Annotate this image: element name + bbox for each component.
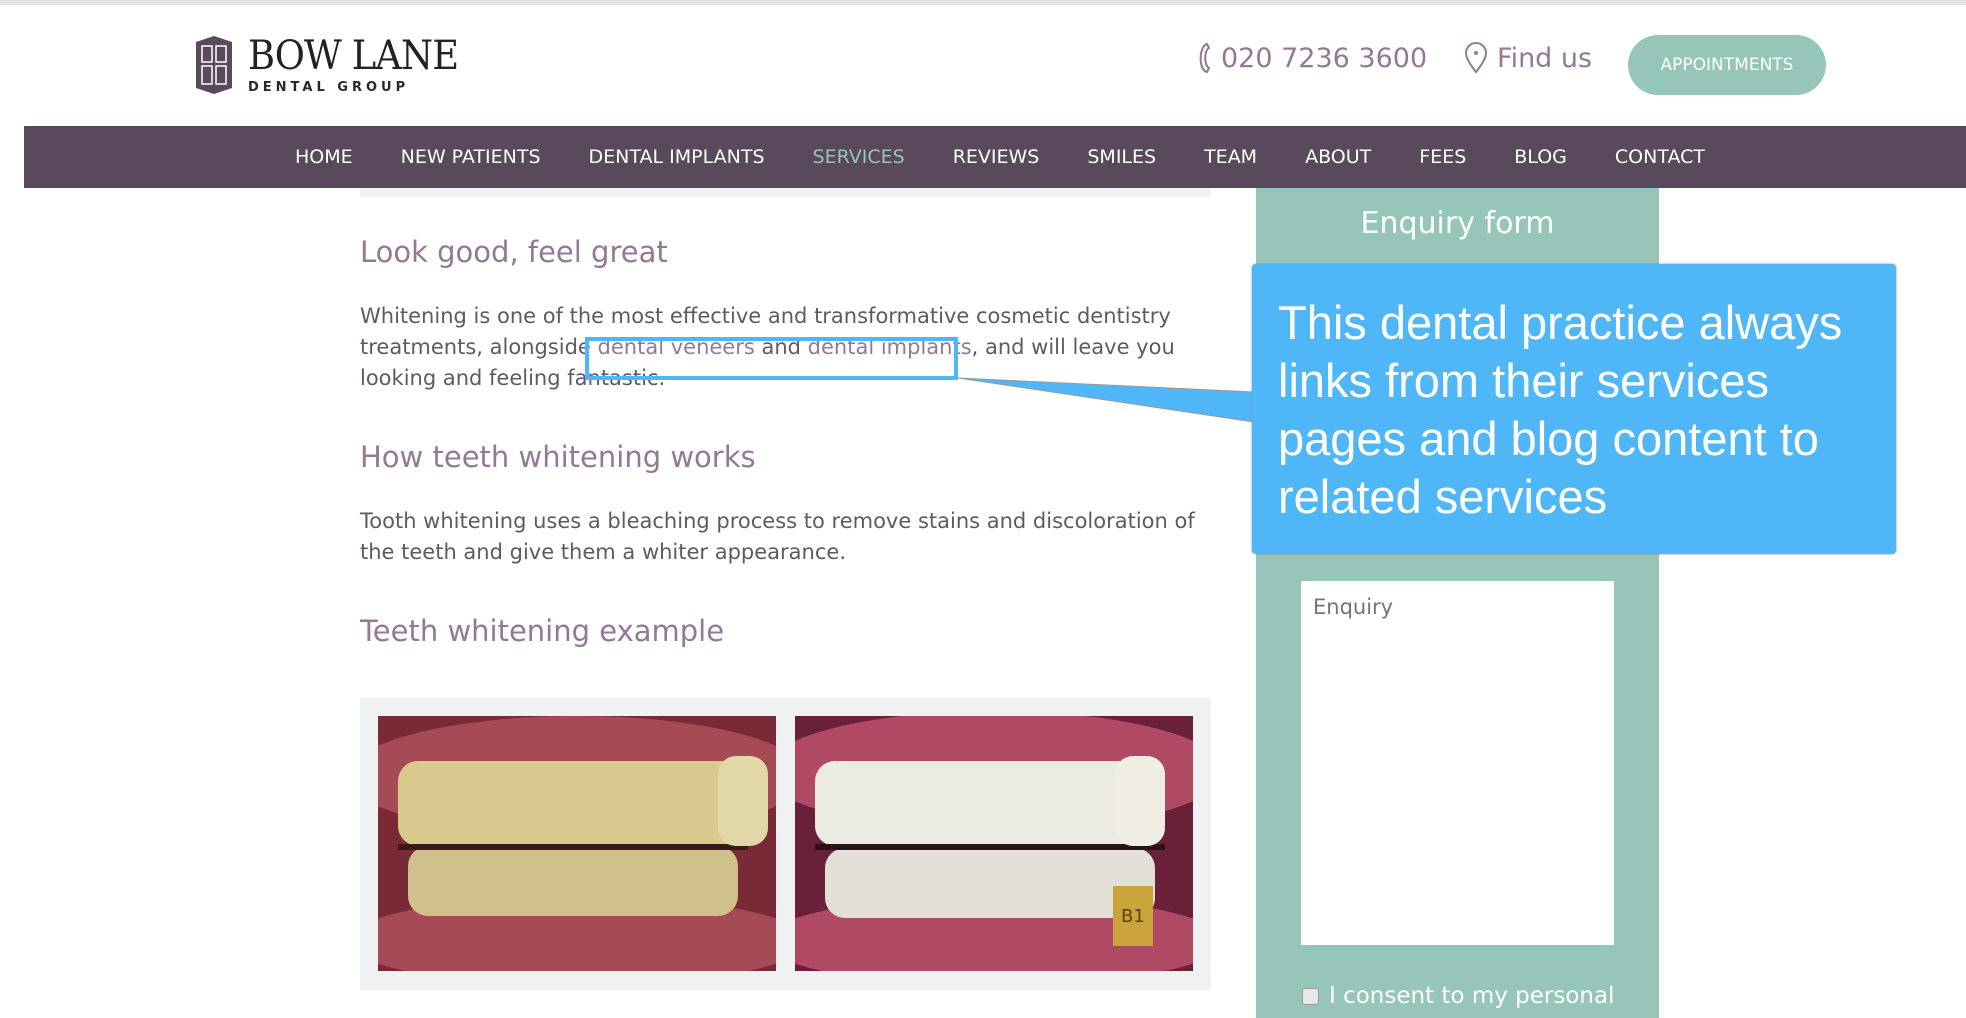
browser-top-bar — [0, 0, 1966, 5]
appointments-button[interactable]: APPOINTMENTS — [1628, 35, 1826, 95]
paragraph-how-it-works: Tooth whitening uses a bleaching process… — [360, 509, 1195, 564]
annotation-callout: This dental practice always links from t… — [1252, 264, 1896, 554]
main-content: Look good, feel great Whitening is one o… — [360, 232, 1211, 651]
map-pin-icon — [1464, 42, 1488, 74]
nav-blog[interactable]: BLOG — [1514, 146, 1567, 168]
consent-checkbox[interactable] — [1302, 987, 1319, 1005]
logo-subtitle: DENTAL GROUP — [248, 79, 410, 95]
main-nav: HOME NEW PATIENTS DENTAL IMPLANTS SERVIC… — [24, 126, 1966, 188]
nav-about[interactable]: ABOUT — [1305, 146, 1371, 168]
after-photo: B1 — [795, 716, 1193, 971]
nav-dental-implants[interactable]: DENTAL IMPLANTS — [589, 146, 765, 168]
heading-how-it-works: How teeth whitening works — [360, 440, 756, 474]
nav-services[interactable]: SERVICES — [813, 146, 905, 168]
phone-number: 020 7236 3600 — [1221, 42, 1428, 74]
enquiry-form-title: Enquiry form — [1360, 206, 1555, 241]
whitening-example-gallery: B1 — [360, 698, 1211, 990]
phone-icon — [1199, 42, 1211, 74]
nav-smiles[interactable]: SMILES — [1087, 146, 1156, 168]
heading-look-good: Look good, feel great — [360, 235, 668, 269]
link-highlight-box — [585, 337, 958, 380]
consent-label: I consent to my personal — [1329, 983, 1615, 1009]
heading-example: Teeth whitening example — [360, 614, 725, 648]
consent-row: I consent to my personal — [1302, 983, 1614, 1009]
nav-home[interactable]: HOME — [295, 146, 353, 168]
shade-label: B1 — [1121, 906, 1145, 927]
find-us-link[interactable]: Find us — [1463, 42, 1592, 74]
enquiry-textarea[interactable] — [1301, 581, 1614, 945]
nav-fees[interactable]: FEES — [1419, 146, 1466, 168]
nav-team[interactable]: TEAM — [1204, 146, 1257, 168]
nav-reviews[interactable]: REVIEWS — [953, 146, 1040, 168]
logo[interactable]: BOW LANE DENTAL GROUP — [192, 34, 476, 96]
nav-new-patients[interactable]: NEW PATIENTS — [401, 146, 541, 168]
content-top-strip — [360, 188, 1211, 197]
before-photo — [378, 716, 776, 971]
logo-title: BOW LANE — [248, 32, 459, 79]
phone-link[interactable]: 020 7236 3600 — [1195, 42, 1427, 74]
find-us-label: Find us — [1497, 42, 1593, 74]
nav-contact[interactable]: CONTACT — [1615, 146, 1705, 168]
logo-door-icon — [196, 36, 232, 94]
